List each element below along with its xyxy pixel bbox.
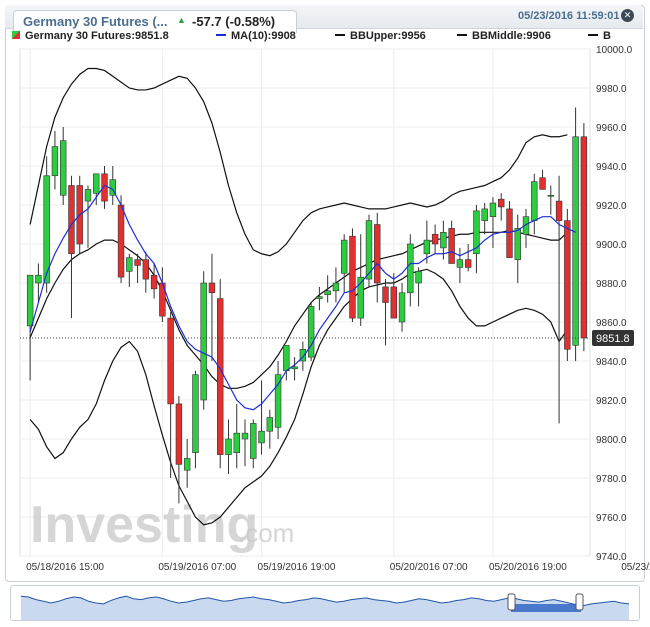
candle-body [84, 189, 92, 202]
candle-body [498, 198, 505, 208]
candle-body [126, 257, 133, 272]
navigator-chart[interactable] [11, 586, 639, 620]
y-tick-label: 9820.0 [596, 396, 627, 407]
y-tick-label: 9980.0 [596, 84, 627, 95]
candle-body [208, 282, 216, 294]
candle-body [35, 274, 42, 284]
price-chart[interactable]: Investing .com 10000.0 9980.0 9960.0 9940.0… [0, 0, 650, 627]
candle-body [26, 274, 34, 327]
candle-body [398, 292, 406, 323]
candle-body [51, 146, 59, 177]
x-tick-label: 05/20/2016 19:00 [489, 562, 567, 573]
candle-body [167, 317, 174, 405]
candle-body [332, 282, 340, 292]
candle-body [349, 235, 356, 319]
candle-body [531, 181, 538, 221]
y-tick-label: 9880.0 [596, 279, 627, 290]
candle-body [464, 259, 472, 268]
candle-body [266, 417, 274, 432]
chart-grid [19, 48, 626, 557]
candle-body [200, 282, 207, 401]
y-tick-label: 10000.0 [596, 45, 633, 56]
candle-body [547, 194, 555, 197]
candle-body [506, 208, 513, 258]
candle-body [415, 270, 422, 284]
candle-body [448, 228, 455, 264]
navigator-panel[interactable] [10, 585, 640, 621]
candle-body [340, 239, 348, 274]
candle-body [225, 438, 232, 455]
candle-body [150, 274, 158, 290]
y-axis: 10000.0 9980.0 9960.0 9940.0 9920.0 9900.0 988… [596, 45, 633, 563]
candle-body [539, 177, 546, 190]
candle-body [183, 458, 191, 471]
x-tick-label: 05/23/2016 11:00 [621, 562, 650, 573]
candle-body [43, 175, 50, 284]
candle-body [489, 202, 497, 218]
candle-body [407, 243, 414, 294]
y-tick-label: 9860.0 [596, 318, 627, 329]
navigator-right-handle [575, 593, 584, 611]
x-tick-label: 05/18/2016 15:00 [26, 562, 104, 573]
y-tick-label: 9780.0 [596, 474, 627, 485]
candle-body [555, 200, 563, 221]
y-tick-label: 9940.0 [596, 162, 627, 173]
candle-body [390, 286, 397, 319]
candle-body [456, 259, 464, 268]
candle-body [233, 432, 240, 453]
candle-body [564, 220, 571, 350]
plot-area [19, 48, 591, 557]
watermark-suffix: .com [238, 518, 294, 548]
candle-body [250, 423, 257, 459]
candle-body [68, 185, 75, 255]
candle-body [175, 403, 183, 465]
x-tick-label: 05/19/2016 19:00 [258, 562, 336, 573]
current-price-label: 9851.8 [596, 333, 630, 345]
navigator-series [20, 593, 630, 620]
candle-body [283, 345, 290, 372]
candle-body [142, 259, 150, 280]
candle-body [307, 306, 315, 358]
candle-body [192, 374, 199, 453]
candle-body [423, 239, 431, 255]
candle-body [514, 228, 521, 260]
candle-body [93, 173, 100, 194]
y-tick-label: 9960.0 [596, 123, 627, 134]
candle-body [316, 296, 323, 299]
navigator-selection [511, 604, 581, 612]
candle-body [134, 259, 141, 266]
candle-body [324, 290, 331, 295]
candle-body [431, 233, 439, 245]
candle-body [258, 430, 265, 444]
y-tick-label: 9800.0 [596, 435, 627, 446]
y-tick-label: 9840.0 [596, 357, 627, 368]
candle-body [59, 140, 67, 196]
x-tick-label: 05/20/2016 07:00 [390, 562, 468, 573]
candle-body [274, 374, 282, 428]
candle-body [291, 366, 298, 370]
candle-body [374, 224, 381, 284]
candle-body [217, 298, 224, 455]
y-tick-label: 9920.0 [596, 201, 627, 212]
investing-watermark: Investing [30, 496, 258, 554]
candle-body [481, 208, 488, 221]
candle-body [117, 204, 125, 278]
y-tick-label: 9760.0 [596, 513, 627, 524]
x-tick-label: 05/19/2016 07:00 [158, 562, 236, 573]
candle-body [382, 286, 389, 303]
candle-body [572, 136, 579, 346]
x-axis: 05/18/2016 15:00 05/19/2016 07:00 05/19/20… [26, 562, 650, 573]
candle-body [440, 232, 447, 249]
candle-body [241, 432, 249, 440]
candle-body [580, 136, 588, 339]
navigator-left-handle [507, 593, 516, 611]
y-tick-label: 9900.0 [596, 240, 627, 251]
